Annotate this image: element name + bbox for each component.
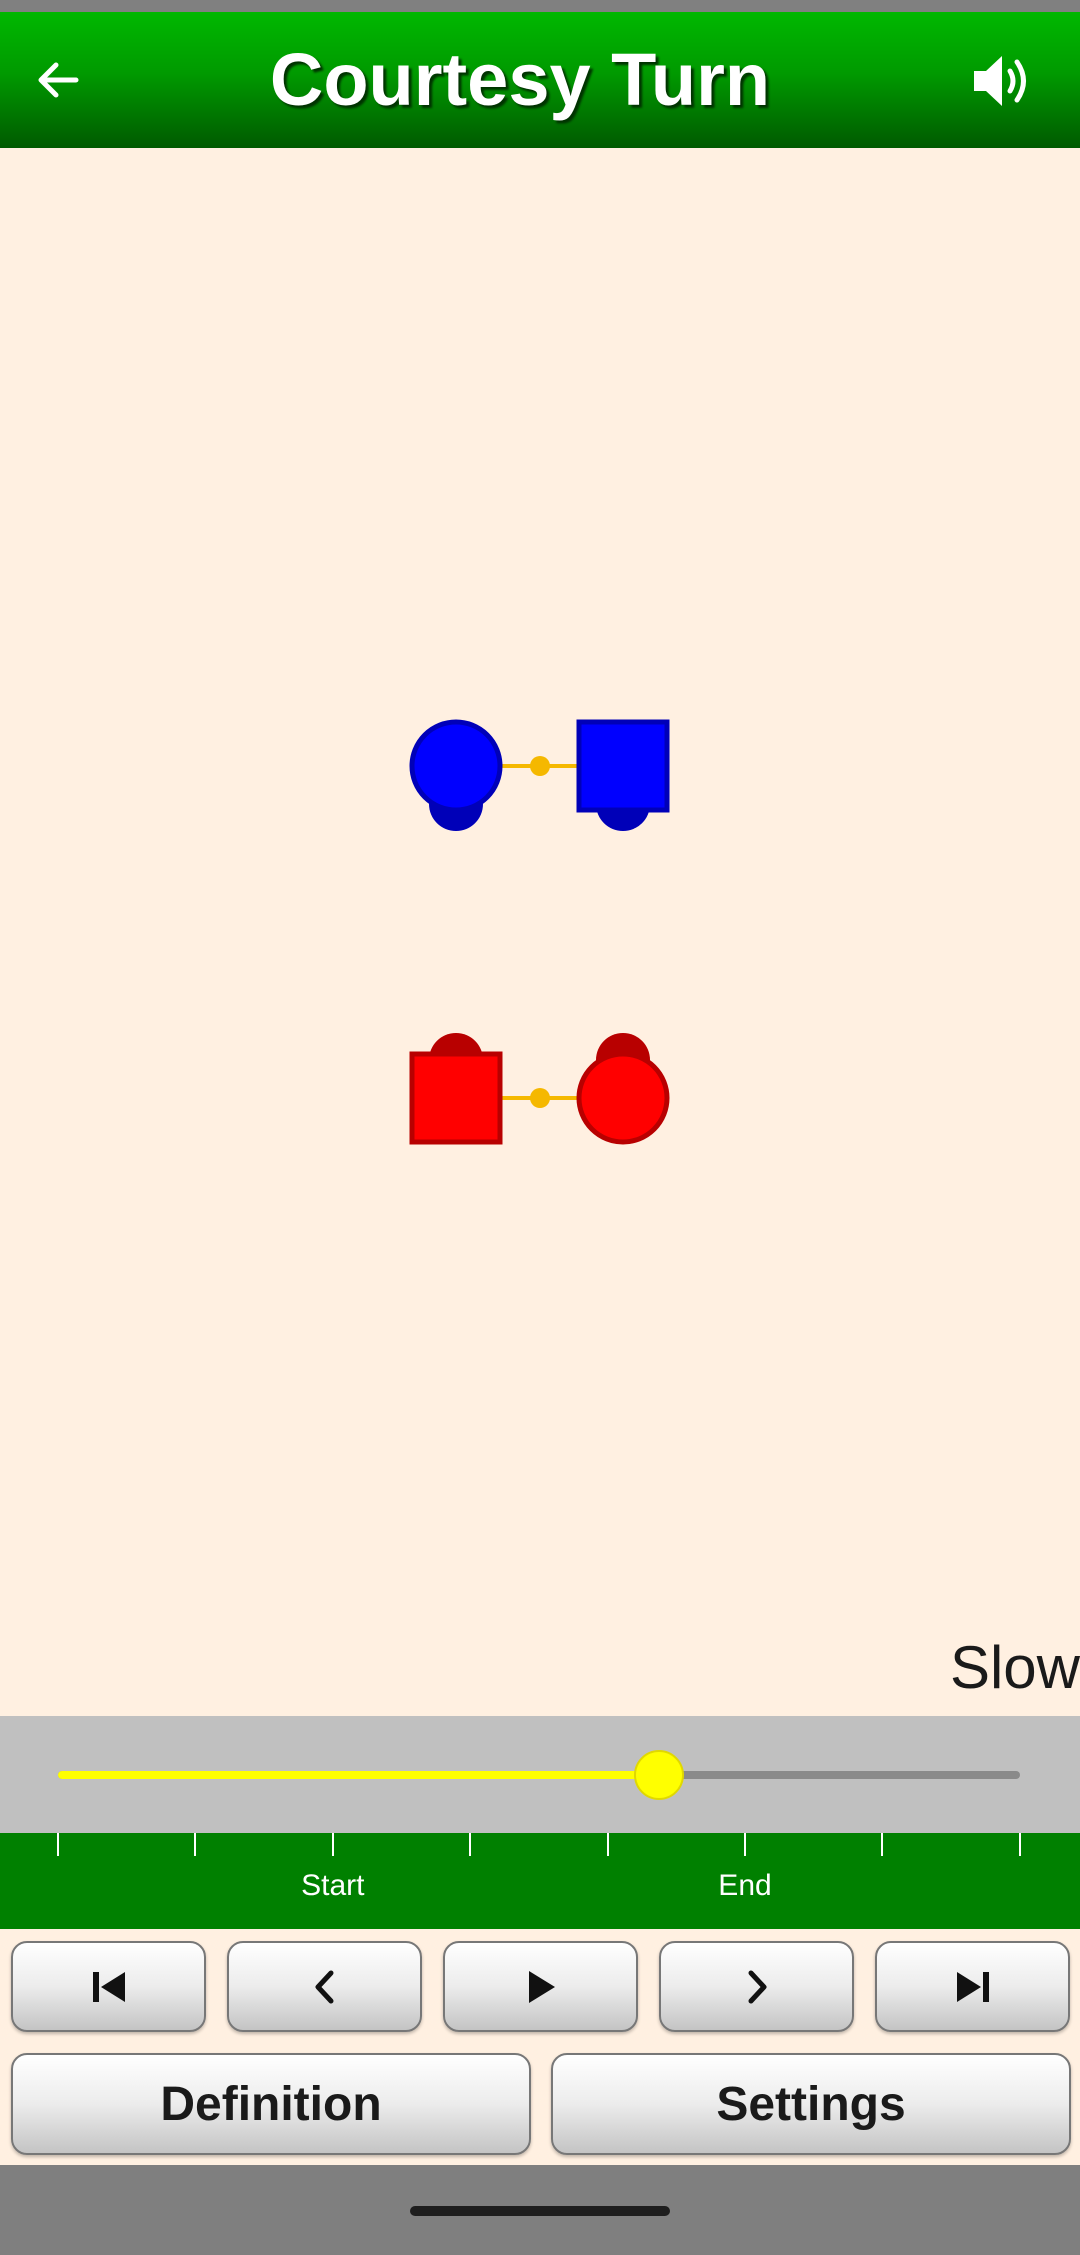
control-panel: Definition Settings <box>0 1929 1080 2165</box>
square-dancer <box>576 719 670 813</box>
navigation-bar <box>0 2165 1080 2255</box>
dancer-diagram <box>409 719 670 1145</box>
chevron-right-icon <box>748 1970 766 2003</box>
speed-label[interactable]: Slow <box>950 1638 1080 1698</box>
tick-label-start: Start <box>301 1869 365 1902</box>
handhold-dot <box>530 756 550 776</box>
step-back-button[interactable] <box>227 1941 422 2032</box>
play-icon <box>528 1970 555 2003</box>
handhold-dot <box>530 1088 550 1108</box>
sound-button[interactable] <box>966 50 1038 112</box>
tick-label-end: End <box>718 1869 772 1902</box>
skip-back-icon <box>92 1971 125 2002</box>
skip-to-end-button[interactable] <box>875 1941 1070 2032</box>
arrow-left-icon <box>38 62 79 98</box>
timeline-slider[interactable] <box>0 1716 1080 1833</box>
animation-stage: Slow <box>0 148 1080 1716</box>
slider-fill <box>58 1771 660 1779</box>
skip-to-start-button[interactable] <box>11 1941 206 2032</box>
play-button[interactable] <box>443 1941 638 2032</box>
timeline-tick <box>469 1833 472 1856</box>
timeline-tick <box>606 1833 609 1856</box>
slider-track[interactable] <box>58 1771 1020 1779</box>
status-bar <box>0 0 1080 12</box>
timeline-tick <box>881 1833 884 1856</box>
timeline-tick <box>1018 1833 1021 1856</box>
chevron-left-icon <box>315 1970 333 2003</box>
app-bar: Courtesy Turn <box>0 12 1080 148</box>
timeline-tick <box>57 1833 59 1856</box>
speaker-volume-icon <box>974 56 1026 106</box>
timeline-ticks: Start End <box>0 1833 1080 1929</box>
definition-button[interactable]: Definition <box>11 2053 531 2155</box>
circle-dancer <box>576 1051 670 1145</box>
circle-dancer <box>409 719 503 813</box>
step-forward-button[interactable] <box>659 1941 854 2032</box>
timeline-tick <box>331 1833 334 1856</box>
timeline-tick <box>744 1833 746 1856</box>
dancer-couple-2-left <box>409 1033 503 1145</box>
skip-forward-icon <box>956 1971 989 2002</box>
page-title: Courtesy Turn <box>269 38 771 121</box>
dancer-couple-1-right <box>576 719 670 831</box>
gesture-handle[interactable] <box>410 2206 670 2216</box>
settings-button[interactable]: Settings <box>551 2053 1071 2155</box>
slider-thumb[interactable] <box>634 1750 685 1800</box>
back-button[interactable] <box>28 52 88 108</box>
square-dancer <box>409 1051 503 1145</box>
dancer-couple-1-left <box>409 719 503 831</box>
dancer-couple-2-right <box>576 1033 670 1145</box>
timeline-tick <box>194 1833 197 1856</box>
